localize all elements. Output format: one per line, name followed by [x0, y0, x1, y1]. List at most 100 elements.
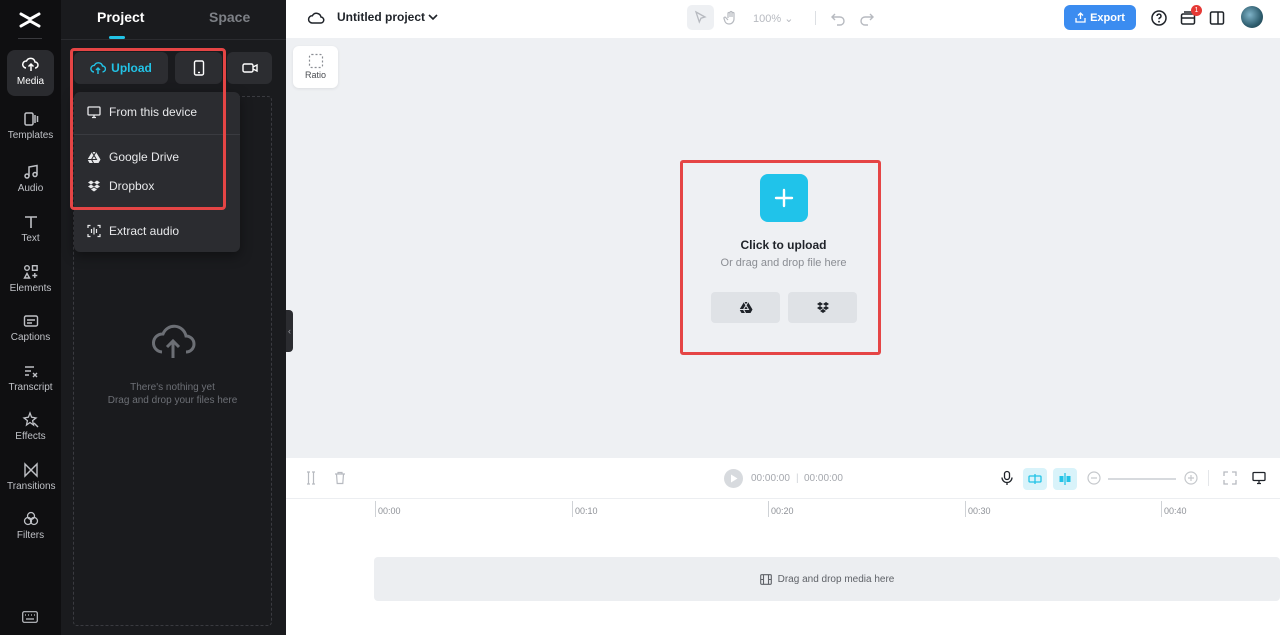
filters-icon — [23, 511, 38, 526]
microphone-icon[interactable] — [999, 470, 1015, 486]
media-icon — [21, 57, 39, 71]
ruler-label: 00:30 — [968, 506, 991, 516]
rail-item-effects[interactable]: Effects — [7, 405, 54, 451]
rail-label: Media — [16, 76, 45, 87]
zoom-value: 100% — [753, 13, 782, 25]
film-icon — [759, 573, 772, 585]
rail-label: Transitions — [7, 481, 56, 492]
timeline-divider — [286, 498, 1280, 499]
total-time: 00:00:00 — [804, 473, 843, 484]
dropbox-icon — [816, 302, 829, 313]
audio-icon — [23, 164, 38, 179]
linkage-toggle[interactable] — [1053, 468, 1077, 490]
ruler-tick — [1161, 501, 1162, 517]
transcript-icon — [24, 366, 37, 378]
cloud-upload-icon — [152, 324, 196, 358]
rail-label: Audio — [17, 183, 44, 194]
fit-timeline-icon[interactable] — [1222, 470, 1238, 486]
rail-item-transitions[interactable]: Transitions — [7, 455, 56, 501]
layout-panel-icon[interactable] — [1208, 9, 1226, 27]
empty-state-hint: Drag and drop your files here — [107, 395, 238, 406]
ruler-tick — [375, 501, 376, 517]
redo-icon[interactable] — [858, 9, 876, 27]
rail-item-audio[interactable]: Audio — [7, 157, 54, 203]
rail-item-transcript[interactable]: Transcript — [7, 356, 54, 402]
notification-badge: 1 — [1191, 5, 1202, 16]
panel-divider — [61, 39, 286, 40]
ruler-label: 00:20 — [771, 506, 794, 516]
zoom-in-icon[interactable] — [1183, 470, 1199, 486]
rail-item-elements[interactable]: Elements — [7, 257, 54, 303]
rail-item-media[interactable]: Media — [7, 50, 54, 96]
project-title[interactable]: Untitled project — [337, 10, 425, 24]
top-bar: Untitled project 100% ⌄ Export 1 — [286, 0, 1280, 38]
rail-item-filters[interactable]: Filters — [7, 504, 54, 550]
rail-item-templates[interactable]: Templates — [7, 104, 54, 150]
media-track-dropzone[interactable]: Drag and drop media here — [374, 557, 1280, 601]
rail-label: Transcript — [8, 382, 53, 393]
rail-item-text[interactable]: Text — [7, 207, 54, 253]
ruler-label: 00:40 — [1164, 506, 1187, 516]
undo-icon[interactable] — [829, 9, 847, 27]
auto-snap-toggle[interactable] — [1023, 468, 1047, 490]
rail-item-captions[interactable]: Captions — [7, 306, 54, 352]
google-drive-icon — [739, 301, 752, 314]
select-tool-button[interactable] — [687, 5, 714, 30]
text-icon — [24, 216, 37, 228]
time-separator: | — [796, 473, 799, 484]
ruler-tick — [965, 501, 966, 517]
timeline: 00:00:00 | 00:00:00 00:00 00:10 00:20 00… — [286, 458, 1280, 635]
record-button[interactable] — [227, 52, 272, 84]
ratio-button[interactable]: Ratio — [293, 46, 338, 88]
upload-subtitle: Or drag and drop file here — [720, 257, 847, 269]
hand-icon[interactable] — [722, 9, 740, 27]
empty-state-title: There's nothing yet — [130, 382, 215, 393]
rail-label: Elements — [9, 283, 52, 294]
export-label: Export — [1090, 11, 1125, 24]
help-icon[interactable] — [1150, 9, 1168, 27]
tab-project[interactable]: Project — [97, 9, 144, 25]
highlight-box-upload-menu — [70, 48, 226, 210]
effects-icon — [21, 411, 38, 428]
ruler-label: 00:10 — [575, 506, 598, 516]
current-time: 00:00:00 — [751, 473, 790, 484]
dropbox-button[interactable] — [788, 292, 857, 323]
play-icon — [730, 474, 737, 483]
ruler-tick — [572, 501, 573, 517]
keyboard-shortcuts-icon[interactable] — [22, 611, 38, 623]
panel-collapse-handle[interactable]: ‹ — [286, 310, 293, 352]
zoom-slider[interactable] — [1108, 478, 1176, 480]
google-drive-button[interactable] — [711, 292, 780, 323]
add-media-button[interactable] — [760, 174, 808, 222]
ratio-icon — [308, 53, 323, 69]
tab-space[interactable]: Space — [209, 9, 250, 25]
track-hint: Drag and drop media here — [777, 573, 895, 585]
extract-audio-icon — [87, 224, 101, 238]
menu-item-extract-audio[interactable]: Extract audio — [87, 224, 179, 238]
upload-title[interactable]: Click to upload — [683, 238, 884, 252]
capcut-logo-icon[interactable] — [17, 7, 43, 33]
captions-icon — [23, 315, 38, 327]
ruler-label: 00:00 — [378, 506, 401, 516]
video-camera-icon — [241, 63, 258, 73]
preview-screen-icon[interactable] — [1251, 470, 1267, 486]
rail-label: Filters — [16, 530, 45, 541]
avatar[interactable] — [1241, 6, 1263, 28]
left-rail: Media Templates Audio Text Elements Capt… — [0, 0, 61, 635]
chevron-down-icon[interactable] — [426, 10, 440, 24]
rail-divider — [18, 38, 42, 39]
rail-label: Effects — [15, 431, 46, 442]
cloud-icon — [307, 12, 325, 24]
rail-label: Captions — [10, 332, 51, 343]
transitions-icon — [23, 462, 38, 478]
split-icon[interactable] — [303, 470, 319, 486]
export-button[interactable]: Export — [1064, 5, 1136, 30]
zoom-out-icon[interactable] — [1086, 470, 1102, 486]
zoom-level[interactable]: 100% ⌄ — [753, 12, 793, 25]
play-button[interactable] — [724, 469, 743, 488]
link-tracks-icon — [1059, 473, 1071, 485]
rail-label: Templates — [7, 130, 54, 141]
ratio-label: Ratio — [304, 70, 326, 80]
export-icon — [1075, 12, 1086, 23]
delete-icon[interactable] — [332, 470, 348, 486]
